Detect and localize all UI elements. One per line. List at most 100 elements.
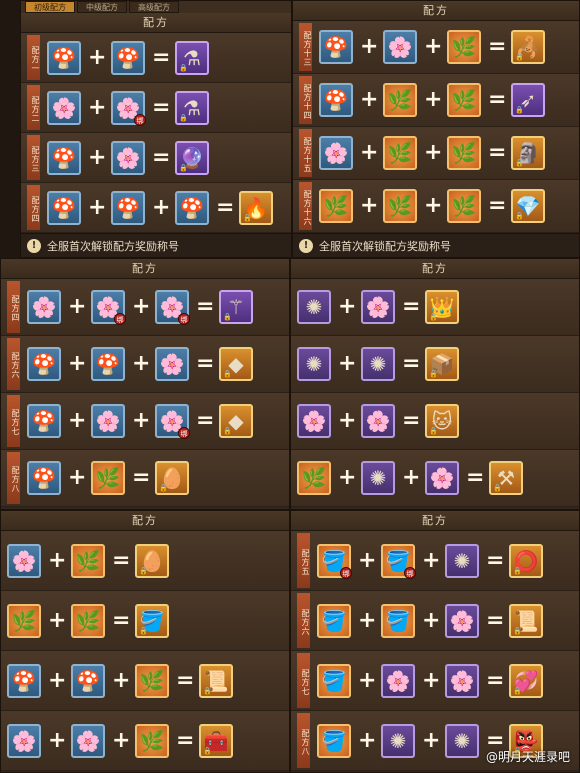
- green-herb-icon[interactable]: 🌿: [71, 543, 105, 578]
- recipe-row[interactable]: 🌸 + 🌸 + 🌿 = 🧰 🔒: [1, 711, 289, 771]
- blue-flame-icon[interactable]: 🔥 🔒: [239, 190, 273, 225]
- green-herb-icon[interactable]: 🌿: [135, 723, 169, 758]
- red-spider-flower-icon[interactable]: ✺: [297, 347, 331, 381]
- stone-mask-icon[interactable]: 🗿 🔒: [511, 136, 545, 170]
- pink-flower-icon[interactable]: 🌸: [361, 290, 395, 324]
- blue-flower-icon[interactable]: 🌸: [7, 543, 41, 578]
- pink-flower-icon[interactable]: 🌸: [445, 603, 479, 638]
- scepter-icon[interactable]: ⚚ 🔒: [219, 290, 253, 324]
- pink-bucket-icon[interactable]: 🪣: [317, 603, 351, 638]
- green-herb-icon[interactable]: 🌿: [447, 30, 481, 64]
- blue-flower-icon[interactable]: 🌸: [111, 140, 145, 175]
- pink-flower-icon[interactable]: 🌸: [297, 404, 331, 438]
- mushroom-icon[interactable]: 🍄: [7, 663, 41, 698]
- recipe-row[interactable]: 配方五 🪣 绑 + 🪣 绑 + ✺ = ⭕ 🔒: [291, 531, 579, 591]
- golden-scorpion-icon[interactable]: 🦂 🔒: [511, 30, 545, 64]
- blue-flower-icon[interactable]: 🌸: [7, 723, 41, 758]
- recipe-row[interactable]: 配方四 🍄 + 🍄 + 🍄 = 🔥 🔒: [21, 183, 291, 233]
- mushroom-icon[interactable]: 🍄: [175, 190, 209, 225]
- blue-flower-icon[interactable]: 🌸: [319, 136, 353, 170]
- green-herb-icon[interactable]: 🌿: [7, 603, 41, 638]
- recipe-row[interactable]: 🌿 + ✺ + 🌸 = ⚒ 🔒: [291, 450, 579, 507]
- mushroom-icon[interactable]: 🍄: [111, 40, 145, 75]
- blue-flower-icon[interactable]: 🌸 绑: [155, 290, 190, 325]
- red-spider-flower-icon[interactable]: ✺: [445, 723, 479, 758]
- red-spider-flower-icon[interactable]: ✺: [361, 461, 395, 495]
- chest-icon[interactable]: 🧰 🔒: [199, 723, 233, 758]
- mushroom-icon[interactable]: 🍄: [319, 30, 353, 64]
- golden-egg-icon[interactable]: 🥚 🔒: [135, 543, 169, 578]
- red-ring-icon[interactable]: ⭕ 🔒: [509, 543, 543, 578]
- recipe-row[interactable]: 配方四 🌸 + 🌸 绑 + 🌸 绑 = ⚚ 🔒: [1, 279, 289, 336]
- blue-flower-icon[interactable]: 🌸: [155, 347, 189, 381]
- blue-flower-icon[interactable]: 🌸 绑: [91, 290, 126, 325]
- recipe-row[interactable]: 配方八 🍄 + 🌿 = 🥚 🔒: [1, 450, 289, 507]
- recipe-row[interactable]: 配方一 🍄 + 🍄 = ⚗ 🔒: [21, 33, 291, 83]
- mushroom-icon[interactable]: 🍄: [319, 83, 353, 117]
- mushroom-icon[interactable]: 🍄: [27, 404, 61, 438]
- recipe-row[interactable]: 🌸 + 🌸 = 🐱 🔒: [291, 393, 579, 450]
- crystal-icon[interactable]: 💎 🔒: [511, 189, 545, 223]
- green-herb-icon[interactable]: 🌿: [447, 83, 481, 117]
- blue-flower-icon[interactable]: 🌸 绑: [111, 90, 146, 126]
- recipe-row[interactable]: 配方十五 🌸 + 🌿 + 🌿 = 🗿 🔒: [293, 127, 579, 180]
- mushroom-icon[interactable]: 🍄: [27, 347, 61, 381]
- mushroom-icon[interactable]: 🍄: [71, 663, 105, 698]
- recipe-row[interactable]: ✺ + ✺ = 📦 🔒: [291, 336, 579, 393]
- recipe-row[interactable]: 配方十四 🍄 + 🌿 + 🌿 = ➶ 🔒: [293, 74, 579, 127]
- pink-bucket-icon[interactable]: 🪣: [317, 663, 351, 698]
- green-herb-icon[interactable]: 🌿: [71, 603, 105, 638]
- pink-flower-icon[interactable]: 🌸: [445, 663, 479, 698]
- recipe-row[interactable]: 配方十三 🍄 + 🌸 + 🌿 = 🦂 🔒: [293, 21, 579, 74]
- tab-basic[interactable]: 初级配方: [25, 1, 75, 13]
- pink-bucket-icon[interactable]: 🪣: [317, 723, 351, 758]
- recipe-row[interactable]: 🌸 + 🌿 = 🥚 🔒: [1, 531, 289, 591]
- golden-gem-icon[interactable]: ◆ 🔒: [219, 347, 253, 381]
- pink-bucket-icon[interactable]: 🪣 绑: [317, 543, 352, 579]
- red-spider-flower-icon[interactable]: ✺: [297, 290, 331, 324]
- blue-flower-icon[interactable]: 🌸: [71, 723, 105, 758]
- recipe-row[interactable]: 配方十六 🌿 + 🌿 + 🌿 = 💎 🔒: [293, 180, 579, 233]
- blue-flower-icon[interactable]: 🌸 绑: [155, 404, 190, 439]
- parchment-icon[interactable]: 📜 🔒: [509, 603, 543, 638]
- pink-bucket-icon[interactable]: 🪣 🔒: [135, 603, 169, 638]
- purple-orb-icon[interactable]: 🔮 🔒: [175, 140, 209, 175]
- tab-mid[interactable]: 中级配方: [77, 1, 127, 13]
- wooden-box-icon[interactable]: 📦 🔒: [425, 347, 459, 381]
- green-herb-icon[interactable]: 🌿: [383, 83, 417, 117]
- purple-bottle-icon[interactable]: ⚗ 🔒: [175, 40, 209, 75]
- golden-gem-icon[interactable]: ◆ 🔒: [219, 404, 253, 438]
- recipe-row[interactable]: 🍄 + 🍄 + 🌿 = 📜 🔒: [1, 651, 289, 711]
- mushroom-icon[interactable]: 🍄: [111, 190, 145, 225]
- recipe-row[interactable]: 配方七 🪣 + 🌸 + 🌸 = 💞 🔒: [291, 651, 579, 711]
- green-herb-icon[interactable]: 🌿: [447, 136, 481, 170]
- green-herb-icon[interactable]: 🌿: [319, 189, 353, 223]
- green-herb-icon[interactable]: 🌿: [447, 189, 481, 223]
- pink-flower-icon[interactable]: 🌸: [381, 663, 415, 698]
- green-herb-icon[interactable]: 🌿: [91, 461, 125, 495]
- golden-warrior-icon[interactable]: 👑 🔒: [425, 290, 459, 324]
- recipe-row[interactable]: 配方二 🌸 + 🌸 绑 = ⚗ 🔒: [21, 83, 291, 133]
- golden-egg-icon[interactable]: 🥚 🔒: [155, 461, 189, 495]
- heart-gems-icon[interactable]: 💞 🔒: [509, 663, 543, 698]
- green-herb-icon[interactable]: 🌿: [383, 189, 417, 223]
- tab-advanced[interactable]: 高级配方: [129, 1, 179, 13]
- pink-bucket-icon[interactable]: 🪣: [381, 603, 415, 638]
- mushroom-icon[interactable]: 🍄: [47, 40, 81, 75]
- mushroom-icon[interactable]: 🍄: [47, 140, 81, 175]
- recipe-row[interactable]: 配方七 🍄 + 🌸 + 🌸 绑 = ◆ 🔒: [1, 393, 289, 450]
- blue-flower-icon[interactable]: 🌸: [383, 30, 417, 64]
- pink-bucket-icon[interactable]: 🪣 绑: [381, 543, 416, 579]
- blue-flower-icon[interactable]: 🌸: [47, 90, 81, 125]
- red-spider-flower-icon[interactable]: ✺: [361, 347, 395, 381]
- white-cat-icon[interactable]: 🐱 🔒: [425, 404, 459, 438]
- red-spider-flower-icon[interactable]: ✺: [445, 543, 479, 578]
- recipe-row[interactable]: 🌿 + 🌿 = 🪣 🔒: [1, 591, 289, 651]
- mushroom-icon[interactable]: 🍄: [27, 461, 61, 495]
- green-herb-icon[interactable]: 🌿: [135, 663, 169, 698]
- green-herb-icon[interactable]: 🌿: [383, 136, 417, 170]
- recipe-row[interactable]: 配方三 🍄 + 🌸 = 🔮 🔒: [21, 133, 291, 183]
- mushroom-icon[interactable]: 🍄: [47, 190, 81, 225]
- spiked-mace-icon[interactable]: ⚒ 🔒: [489, 461, 523, 495]
- recipe-row[interactable]: 配方六 🍄 + 🍄 + 🌸 = ◆ 🔒: [1, 336, 289, 393]
